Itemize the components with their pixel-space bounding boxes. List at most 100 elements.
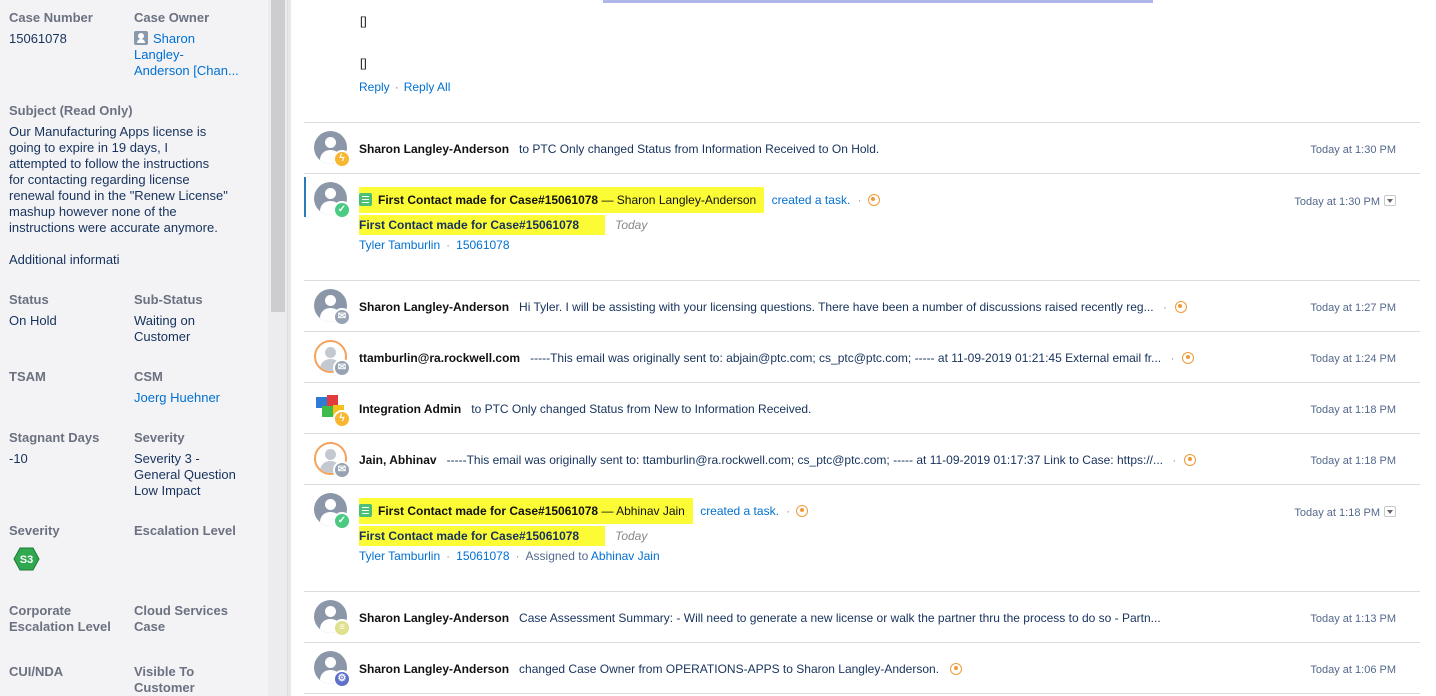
status-label: Status: [9, 292, 49, 307]
assigned-label: Assigned to: [525, 549, 589, 563]
contact-link[interactable]: Tyler Tamburlin: [359, 238, 440, 252]
subject-label: Subject (Read Only): [9, 103, 133, 118]
severity-badge-field: Severity: [9, 523, 60, 539]
feed-task-item: ✓ First Contact made for Case#15061078 —…: [305, 174, 1420, 280]
cui-nda-label: CUI/NDA: [9, 664, 64, 679]
separator-dot: ·: [1170, 351, 1175, 365]
feed-timestamp[interactable]: Today at 1:06 PM: [1310, 664, 1396, 676]
separator-dot: ·: [1162, 300, 1167, 314]
severity-value-line3: Low Impact: [134, 483, 201, 498]
feed-item: ✉ Jain, Abhinav -----This email was orig…: [305, 434, 1420, 484]
contact-link[interactable]: Tyler Tamburlin: [359, 549, 440, 563]
case-owner-link[interactable]: Sharon: [134, 31, 264, 47]
visibility-icon: [1182, 352, 1195, 364]
task-icon: [359, 193, 372, 206]
severity-value-line2: General Question: [134, 467, 236, 482]
feed-item: ϟ Integration Admin to PTC Only changed …: [305, 383, 1420, 433]
feed-message[interactable]: Case Assessment Summary: - Will need to …: [519, 611, 1161, 625]
feed-task-item: ✓ First Contact made for Case#15061078 —…: [305, 485, 1420, 591]
feed-author[interactable]: Jain, Abhinav: [359, 453, 437, 467]
case-owner-link-line2[interactable]: Langley-: [134, 47, 264, 63]
chevron-down-icon[interactable]: [1384, 195, 1396, 206]
sub-status-value-line2: Customer: [134, 329, 191, 344]
feed-timestamp[interactable]: Today at 1:18 PM: [1310, 404, 1396, 416]
case-link[interactable]: 15061078: [456, 549, 509, 563]
reply-link[interactable]: Reply: [359, 80, 390, 94]
additional-info-label: Additional informati: [9, 252, 120, 267]
gear-icon: ⚙: [333, 670, 351, 688]
task-subtitle-row: First Contact made for Case#15061078 Toda…: [359, 215, 648, 235]
feed-message[interactable]: Hi Tyler. I will be assisting with your …: [519, 300, 1154, 314]
task-owner[interactable]: — Sharon Langley-Anderson: [601, 193, 756, 207]
feed-timestamp[interactable]: Today at 1:27 PM: [1310, 302, 1396, 314]
severity-label: Severity: [134, 430, 185, 445]
feed-message[interactable]: -----This email was originally sent to: …: [447, 453, 1163, 467]
task-action: created a task.: [700, 504, 779, 518]
visible-to-customer-label-line2: Customer: [134, 680, 195, 695]
severity-badge-label: Severity: [9, 523, 60, 538]
severity-value: Severity 3 -: [134, 451, 200, 466]
feed-item-text: Integration Admin to PTC Only changed St…: [359, 402, 811, 416]
case-details-panel: Case Number 15061078 Case Owner Sharon L…: [0, 0, 268, 696]
case-number-label: Case Number: [9, 10, 93, 25]
task-header: First Contact made for Case#15061078 — A…: [359, 498, 809, 524]
feed-author[interactable]: Sharon Langley-Anderson: [359, 662, 509, 676]
stagnant-days-label: Stagnant Days: [9, 430, 100, 445]
feed-author[interactable]: Sharon Langley-Anderson: [359, 300, 509, 314]
stagnant-days-field: Stagnant Days -10: [9, 430, 99, 467]
separator-dot: ·: [446, 549, 451, 563]
chevron-down-icon[interactable]: [1384, 506, 1396, 517]
feed-message[interactable]: -----This email was originally sent to: …: [530, 351, 1161, 365]
bolt-icon: ϟ: [333, 410, 351, 428]
assignee-link[interactable]: Abhinav Jain: [591, 549, 660, 563]
task-due-date: Today: [615, 218, 648, 232]
task-header: First Contact made for Case#15061078 — S…: [359, 187, 880, 213]
left-panel-scrollbar[interactable]: [268, 0, 288, 696]
task-subtitle[interactable]: First Contact made for Case#15061078: [359, 526, 606, 546]
feed-author[interactable]: Integration Admin: [359, 402, 461, 416]
sub-status-field: Sub-Status Waiting on Customer: [134, 292, 203, 345]
feed-timestamp[interactable]: Today at 1:18 PM: [1310, 455, 1396, 467]
feed-message: to PTC Only changed Status from New to I…: [471, 402, 812, 416]
task-title[interactable]: First Contact made for Case#15061078: [378, 504, 598, 518]
csm-field: CSM Joerg Huehner: [134, 369, 220, 406]
feed-separator: [304, 693, 1420, 694]
case-owner-link-line3[interactable]: Anderson [Chan...: [134, 63, 264, 79]
bolt-icon: ϟ: [333, 150, 351, 168]
corporate-escalation-field: Corporate Escalation Level: [9, 603, 111, 635]
task-action: created a task.: [771, 193, 851, 207]
scrollbar-thumb[interactable]: [271, 0, 285, 312]
email-bracket-1: []: [360, 14, 367, 28]
case-link[interactable]: 15061078: [456, 238, 509, 252]
visible-to-customer-label: Visible To: [134, 664, 195, 679]
task-title[interactable]: First Contact made for Case#15061078: [378, 193, 598, 207]
feed-timestamp[interactable]: Today at 1:18 PM: [1294, 506, 1396, 519]
corporate-escalation-label: Corporate: [9, 603, 72, 618]
mail-icon: ✉: [333, 461, 351, 479]
visible-to-customer-field: Visible To Customer: [134, 664, 195, 696]
visibility-icon: [1184, 454, 1197, 466]
feed-author[interactable]: Sharon Langley-Anderson: [359, 142, 509, 156]
stagnant-days-value: -10: [9, 451, 28, 466]
case-number-field: Case Number 15061078: [9, 10, 93, 47]
svg-text:S3: S3: [20, 554, 33, 566]
feed-timestamp[interactable]: Today at 1:24 PM: [1310, 353, 1396, 365]
task-related-row: Tyler Tamburlin · 15061078: [359, 238, 510, 252]
csm-link[interactable]: Joerg Huehner: [134, 390, 220, 406]
feed-timestamp[interactable]: Today at 1:13 PM: [1310, 613, 1396, 625]
reply-all-link[interactable]: Reply All: [404, 80, 451, 94]
task-subtitle[interactable]: First Contact made for Case#15061078: [359, 215, 606, 235]
task-title-highlight[interactable]: First Contact made for Case#15061078 — S…: [359, 187, 765, 213]
feed-item-text: ttamburlin@ra.rockwell.com -----This ema…: [359, 351, 1195, 365]
task-related-row: Tyler Tamburlin · 15061078 · Assigned to Abh…: [359, 549, 660, 563]
task-owner[interactable]: — Abhinav Jain: [601, 504, 684, 518]
email-bracket-2: []: [360, 56, 367, 70]
case-owner-field: Case Owner Sharon Langley- Anderson [Cha…: [134, 10, 264, 79]
task-subtitle-row: First Contact made for Case#15061078 Toda…: [359, 526, 647, 546]
separator-dot: ·: [857, 193, 862, 207]
feed-timestamp[interactable]: Today at 1:30 PM: [1310, 144, 1396, 156]
feed-author[interactable]: ttamburlin@ra.rockwell.com: [359, 351, 520, 365]
task-title-highlight[interactable]: First Contact made for Case#15061078 — A…: [359, 498, 693, 524]
feed-author[interactable]: Sharon Langley-Anderson: [359, 611, 509, 625]
feed-timestamp[interactable]: Today at 1:30 PM: [1294, 195, 1396, 208]
